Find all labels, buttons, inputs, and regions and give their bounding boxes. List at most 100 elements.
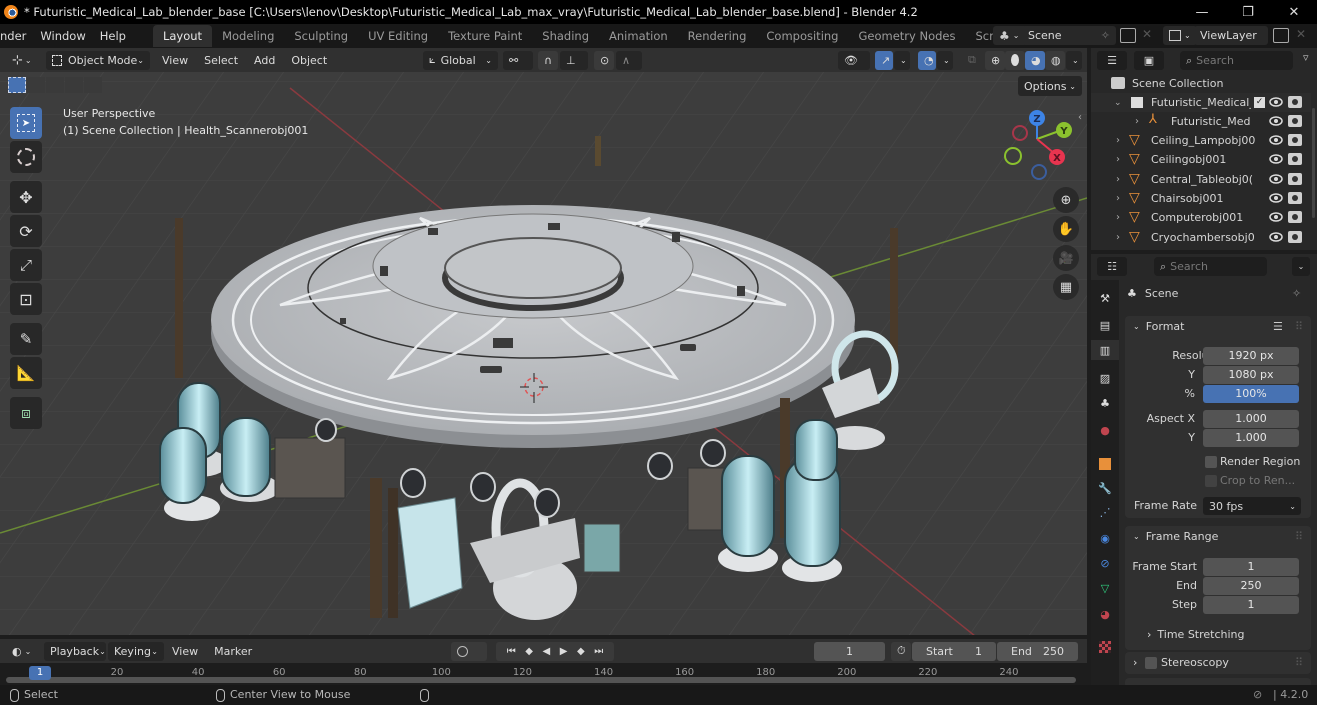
overlays-dropdown[interactable]: ⌄	[937, 50, 953, 70]
workspace-tab-texture-paint[interactable]: Texture Paint	[438, 25, 532, 47]
tool-annotate[interactable]: ✎	[10, 323, 42, 355]
timeline-editor-type-button[interactable]: ◐ ⌄	[6, 642, 40, 661]
3d-viewport[interactable]: ⊹ ⌄ Object Mode ⌄ View Select Add Object …	[0, 48, 1087, 635]
select-new-icon[interactable]	[8, 77, 26, 93]
expand-chevron-icon[interactable]: ›	[1135, 116, 1139, 127]
visibility-eye-icon[interactable]	[1269, 154, 1283, 165]
format-panel-header[interactable]: ⌄ Format	[1133, 320, 1184, 333]
frame-step-field[interactable]: 1	[1203, 596, 1299, 614]
panel-drag-handle[interactable]: ⠿	[1295, 320, 1303, 333]
aspect-y-field[interactable]: 1.000	[1203, 429, 1299, 447]
snap-target-dropdown[interactable]: ⊥	[560, 50, 588, 70]
tool-scale[interactable]: ⤢	[10, 249, 42, 281]
maximize-button[interactable]: ❐	[1225, 5, 1271, 20]
end-frame-field[interactable]: End 250	[997, 641, 1078, 661]
exclude-checkbox[interactable]: ✓	[1254, 97, 1265, 108]
expand-chevron-icon[interactable]: ›	[1116, 174, 1120, 185]
expand-chevron-icon[interactable]: ›	[1116, 232, 1120, 243]
timeline-view-menu[interactable]: View	[164, 645, 206, 658]
render-camera-icon[interactable]	[1288, 115, 1302, 127]
properties-editor-type-button[interactable]: ☷	[1097, 257, 1127, 276]
outliner-item[interactable]: ⌄ Futuristic_Medical_ ✓	[1091, 93, 1311, 112]
outliner-item[interactable]: › ▽ Ceiling_Lampobj00	[1091, 131, 1311, 150]
select-intersect-icon[interactable]	[84, 77, 102, 93]
workspace-tab-rendering[interactable]: Rendering	[678, 25, 757, 47]
presets-list-icon[interactable]: ☰	[1273, 320, 1283, 333]
frame-end-field[interactable]: 250	[1203, 577, 1299, 595]
filter-icon[interactable]: ▿	[1303, 51, 1309, 64]
sidebar-toggle-icon[interactable]: ‹	[1078, 112, 1082, 123]
menu-window[interactable]: Window	[33, 29, 92, 43]
menu-object[interactable]: Object	[283, 54, 335, 67]
outliner-item[interactable]: › ⅄ Futuristic_Med	[1091, 112, 1311, 131]
shading-material-button[interactable]: ◕	[1025, 50, 1045, 70]
tab-constraints[interactable]: ⊘	[1095, 553, 1115, 573]
transform-orientation-dropdown[interactable]: ⟀ Global ⌄	[423, 50, 498, 70]
mode-dropdown[interactable]: Object Mode ⌄	[46, 50, 150, 70]
preview-range-toggle[interactable]: ⏱	[891, 641, 911, 661]
tab-object[interactable]	[1095, 454, 1115, 474]
resolution-y-field[interactable]: 1080 px	[1203, 366, 1299, 384]
timeline-scrollbar[interactable]	[6, 677, 1076, 683]
outliner-scrollbar[interactable]	[1312, 108, 1315, 218]
next-keyframe-icon[interactable]: ◆	[577, 646, 585, 657]
select-subtract-icon[interactable]	[46, 77, 64, 93]
pan-view-button[interactable]: ✋	[1053, 216, 1079, 242]
delete-view-layer-icon[interactable]: ✕	[1296, 27, 1306, 41]
view-layer-selector-button[interactable]: ⌄	[1163, 26, 1197, 45]
workspace-tab-uv-editing[interactable]: UV Editing	[358, 25, 438, 47]
close-button[interactable]: ✕	[1271, 5, 1317, 20]
falloff-dropdown[interactable]: ∧	[616, 50, 642, 70]
zoom-view-button[interactable]: ⊕	[1053, 187, 1079, 213]
aspect-x-field[interactable]: 1.000	[1203, 410, 1299, 428]
camera-view-button[interactable]: 🎥	[1053, 245, 1079, 271]
workspace-tab-modeling[interactable]: Modeling	[212, 25, 284, 47]
visibility-dropdown[interactable]: 👁	[838, 50, 870, 70]
tab-modifiers[interactable]: 🔧	[1095, 478, 1115, 498]
shading-wireframe-button[interactable]: ⊕	[985, 50, 1005, 70]
workspace-tab-animation[interactable]: Animation	[599, 25, 678, 47]
jump-to-start-icon[interactable]: ⏮	[507, 646, 516, 657]
visibility-eye-icon[interactable]	[1269, 116, 1283, 126]
keying-menu[interactable]: Keying ⌄	[108, 641, 164, 661]
prev-keyframe-icon[interactable]: ◆	[525, 646, 533, 657]
tab-texture[interactable]	[1095, 637, 1115, 657]
play-reverse-icon[interactable]: ◀	[543, 646, 551, 657]
tab-output[interactable]: ▥	[1091, 340, 1119, 360]
panel-drag-handle[interactable]: ⠿	[1295, 530, 1303, 543]
tab-render[interactable]: ▤	[1095, 315, 1115, 335]
tool-select-box[interactable]: ➤	[10, 107, 42, 139]
proportional-edit-toggle[interactable]: ⊙	[594, 50, 614, 70]
render-camera-icon[interactable]	[1288, 153, 1302, 166]
resolution-percent-slider[interactable]: 100%	[1203, 385, 1299, 403]
jump-to-end-icon[interactable]: ⏭	[594, 646, 603, 657]
delete-scene-icon[interactable]: ✕	[1142, 27, 1152, 41]
shading-solid-button[interactable]	[1005, 50, 1025, 70]
menu-view[interactable]: View	[154, 54, 196, 67]
render-camera-icon[interactable]	[1288, 134, 1302, 146]
tab-tool[interactable]: ⚒	[1095, 288, 1115, 308]
select-extend-icon[interactable]	[27, 77, 45, 93]
shading-dropdown[interactable]: ⌄	[1066, 50, 1082, 70]
workspace-tab-shading[interactable]: Shading	[532, 25, 599, 47]
outliner-item[interactable]: › ▽ Central_Tableobj0(	[1091, 170, 1311, 189]
frame-start-field[interactable]: 1	[1203, 558, 1299, 576]
tab-view-layer[interactable]: ▨	[1095, 368, 1115, 388]
workspace-tab-geometry-nodes[interactable]: Geometry Nodes	[848, 25, 965, 47]
perspective-toggle-button[interactable]: ▦	[1053, 274, 1079, 300]
overlays-toggle[interactable]: ◔	[918, 50, 936, 70]
scene-name-field[interactable]: Scene ✧	[1022, 26, 1116, 45]
xray-toggle[interactable]: ⧉	[962, 51, 980, 70]
workspace-tab-layout[interactable]: Layout	[152, 25, 213, 47]
properties-search-input[interactable]: ⌕ Search	[1154, 257, 1267, 276]
timeline-marker-menu[interactable]: Marker	[206, 645, 260, 658]
outliner-item[interactable]: › ▽ Computerobj001	[1091, 208, 1311, 227]
visibility-eye-icon[interactable]	[1269, 193, 1283, 203]
stereoscopy-checkbox[interactable]	[1145, 657, 1157, 669]
editor-type-button[interactable]: ⊹ ⌄	[6, 51, 42, 70]
visibility-eye-icon[interactable]	[1269, 135, 1283, 145]
tab-material[interactable]: ◕	[1095, 604, 1115, 624]
tab-scene[interactable]: ♣	[1095, 393, 1115, 413]
new-scene-icon[interactable]	[1120, 28, 1136, 43]
menu-add[interactable]: Add	[246, 54, 283, 67]
